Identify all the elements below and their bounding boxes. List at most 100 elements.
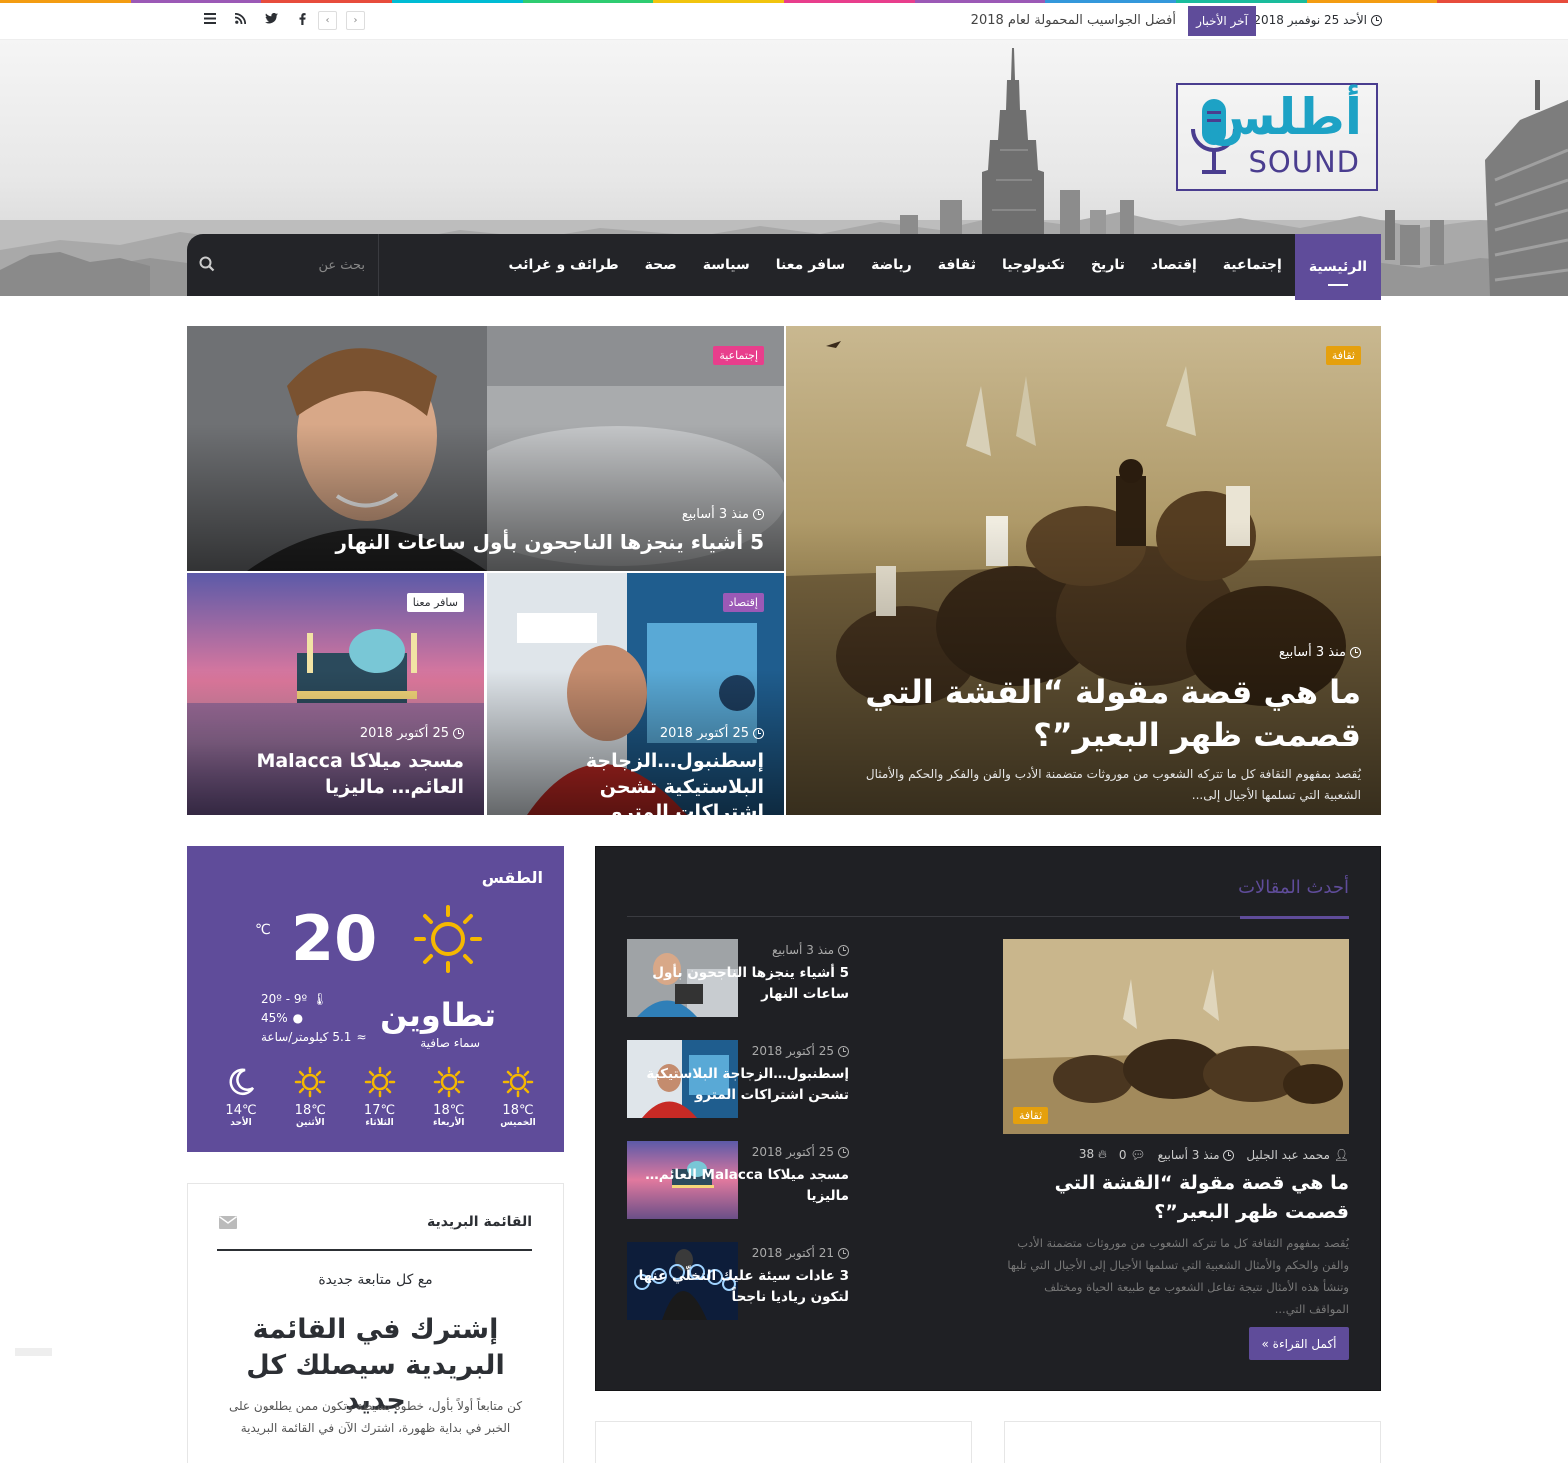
recent-article[interactable]: منذ 3 أسابيع 5 أشياء ينجزها الناجحون بأول… [627,939,973,1040]
forecast-temp: ℃18 [433,1103,465,1118]
post-date: 25 أكتوبر 2018 [360,726,464,741]
nav-item[interactable]: تكنولوجيا [989,234,1078,296]
category-badge[interactable]: ثقافة [1013,1107,1049,1124]
current-date: الأحد 25 نوفمبر 2018 [1253,13,1382,27]
hero-mid-post[interactable]: إقتصاد 25 أكتوبر 2018 إسطنبول…الزجاجة ال… [487,573,784,815]
newsletter-heading: القائمة البريدية [427,1214,532,1230]
featured-posts-grid: ثقافة منذ 3 أسابيع ما هي قصة مقولة “القش… [187,326,1381,815]
post-date: منذ 3 أسابيع [772,943,849,957]
side-toggle[interactable] [15,1348,52,1356]
nav-item[interactable]: سياسة [690,234,763,296]
forecast-day-name: الأثنين [295,1118,325,1128]
sun-icon [364,1066,395,1098]
newsletter-description: كن متابعاً أولاً بأول، خطوة بسيطة وتكون … [228,1399,523,1435]
prev-arrow-icon[interactable]: ‹ [346,11,365,30]
article-title[interactable]: إسطنبول…الزجاجة البلاستيكية تشحن اشتراكا… [627,1064,849,1106]
post-date: 21 أكتوبر 2018 [752,1246,849,1260]
article-title[interactable]: 5 أشياء ينجزها الناجحون بأول ساعات النها… [627,963,849,1005]
user-icon: 👤︎ [1333,1147,1349,1162]
clock-icon [1223,1149,1235,1161]
forecast-temp: ℃14 [225,1103,257,1118]
nav-menu: الرئيسية إجتماعية إقتصاد تاريخ تكنولوجيا ثقاف… [495,234,1381,300]
category-badge[interactable]: إجتماعية [713,346,764,365]
rss-icon[interactable] [225,12,256,29]
search-input[interactable] [225,252,365,278]
forecast-day: ℃18 الأثنين [281,1066,339,1128]
views-count: 🔥︎ 38 [1078,1147,1107,1161]
forecast-day-name: الأحد [230,1118,252,1128]
post-title[interactable]: إسطنبول…الزجاجة البلاستيكية تشحن اشتراكا… [507,749,764,815]
author[interactable]: 👤︎ محمد عبد الجليل [1246,1148,1349,1162]
moon-icon [229,1068,255,1095]
search-icon[interactable] [199,256,215,272]
clock-icon [1371,14,1382,26]
clock-icon [838,1146,849,1158]
featured-article-image[interactable]: ثقافة [1003,939,1349,1134]
article-title[interactable]: مسجد ميلاكا Malacca العائم…ماليزيا [627,1165,849,1207]
recent-article[interactable]: 21 أكتوبر 2018 3 عادات سيئة عليك التخلّي … [627,1242,973,1343]
thermometer-icon: 🌡︎ [312,992,328,1006]
weather-title: الطقس [481,868,543,887]
forecast-day-name: الخميس [500,1118,536,1128]
current-temperature: 20 [291,902,378,975]
clock-icon [453,728,464,739]
recent-article[interactable]: 25 أكتوبر 2018 مسجد ميلاكا Malacca العائم… [627,1141,973,1242]
post-date: 25 أكتوبر 2018 [752,1145,849,1159]
twitter-icon[interactable] [256,12,287,29]
forecast-day: ℃14 الأحد [212,1066,270,1128]
facebook-icon[interactable] [287,13,318,29]
heading-divider [627,916,1349,919]
bottom-widget-right [1004,1421,1381,1463]
menu-icon[interactable] [194,13,225,29]
recent-article[interactable]: 25 أكتوبر 2018 إسطنبول…الزجاجة البلاستيكي… [627,1040,973,1141]
nav-item[interactable]: طرائف و غرائب [495,234,631,296]
top-bar: الأحد 25 نوفمبر 2018 آخر الأخبار أفضل ال… [0,3,1568,40]
post-title[interactable]: ما هي قصة مقولة “القشة التي قصمت ظهر الب… [836,671,1361,757]
nav-search [187,234,379,296]
nav-item[interactable]: سافر معنا [763,234,858,296]
post-date: 25 أكتوبر 2018 [660,726,764,741]
post-date: منذ 3 أسابيع [1158,1148,1235,1162]
post-title[interactable]: 5 أشياء ينجزها الناجحون بأول ساعات النها… [207,529,764,556]
sun-icon [295,1066,326,1098]
post-excerpt: يُقصد بمفهوم الثقافة كل ما تتركه الشعوب … [865,767,1361,802]
newsletter-subtitle: مع كل متابعة جديدة [318,1272,433,1288]
category-badge[interactable]: سافر معنا [406,593,464,612]
nav-item[interactable]: إجتماعية [1210,234,1295,296]
recent-articles-widget: أحدث المقالات ثقافة 👤︎ محمد عبد الجليل م… [595,846,1381,1391]
sun-icon [414,905,482,973]
nav-item[interactable]: ثقافة [925,234,989,296]
post-title[interactable]: مسجد ميلاكا Malacca العائم… ماليزيا [207,749,464,800]
hero-main-post[interactable]: ثقافة منذ 3 أسابيع ما هي قصة مقولة “القش… [786,326,1381,815]
nav-item[interactable]: إقتصاد [1138,234,1210,296]
breaking-news-arrows: ‹ › [318,11,365,30]
forecast-day: ℃18 الأربعاء [420,1066,478,1128]
category-badge[interactable]: إقتصاد [722,593,764,612]
temperature-unit: ℃ [255,922,271,938]
weather-forecast: ℃14 الأحد ℃18 الأثنين ℃17 الثلاثاء ℃18 الأربعاء… [212,1066,547,1128]
featured-article-title[interactable]: ما هي قصة مقولة “القشة التي قصمت ظهر الب… [1003,1169,1349,1228]
nav-item[interactable]: تاريخ [1078,234,1138,296]
nav-item[interactable]: صحة [632,234,690,296]
article-title[interactable]: 3 عادات سيئة عليك التخلّي عنها لتكون ريا… [627,1266,849,1308]
newsletter-widget: القائمة البريدية مع كل متابعة جديدة إشتر… [187,1183,564,1463]
forecast-temp: ℃17 [363,1103,396,1118]
site-logo[interactable]: أطلس SOUND [1176,83,1378,191]
hero-left-post[interactable]: سافر معنا 25 أكتوبر 2018 مسجد ميلاكا Mal… [187,573,484,815]
hero-top-post[interactable]: إجتماعية منذ 3 أسابيع 5 أشياء ينجزها الن… [187,326,784,571]
comments-count[interactable]: 💬︎ 0 [1119,1148,1146,1162]
breaking-news-link[interactable]: أفضل الجواسيب المحمولة لعام 2018 [971,13,1176,28]
forecast-temp: ℃18 [502,1103,534,1118]
clock-icon [1350,647,1361,658]
social-links [194,12,318,29]
nav-item[interactable]: رياضة [858,234,925,296]
post-date: منذ 3 أسابيع [682,507,764,522]
category-badge[interactable]: ثقافة [1325,346,1361,365]
clock-icon [838,944,849,956]
weather-city: تطاوين [380,996,496,1034]
logo-arabic-text: أطلس [1206,88,1362,146]
forecast-temp: ℃18 [294,1103,326,1118]
nav-item[interactable]: الرئيسية [1294,234,1381,300]
next-arrow-icon[interactable]: › [318,11,337,30]
read-more-button[interactable]: أكمل القراءة » [1249,1327,1349,1360]
